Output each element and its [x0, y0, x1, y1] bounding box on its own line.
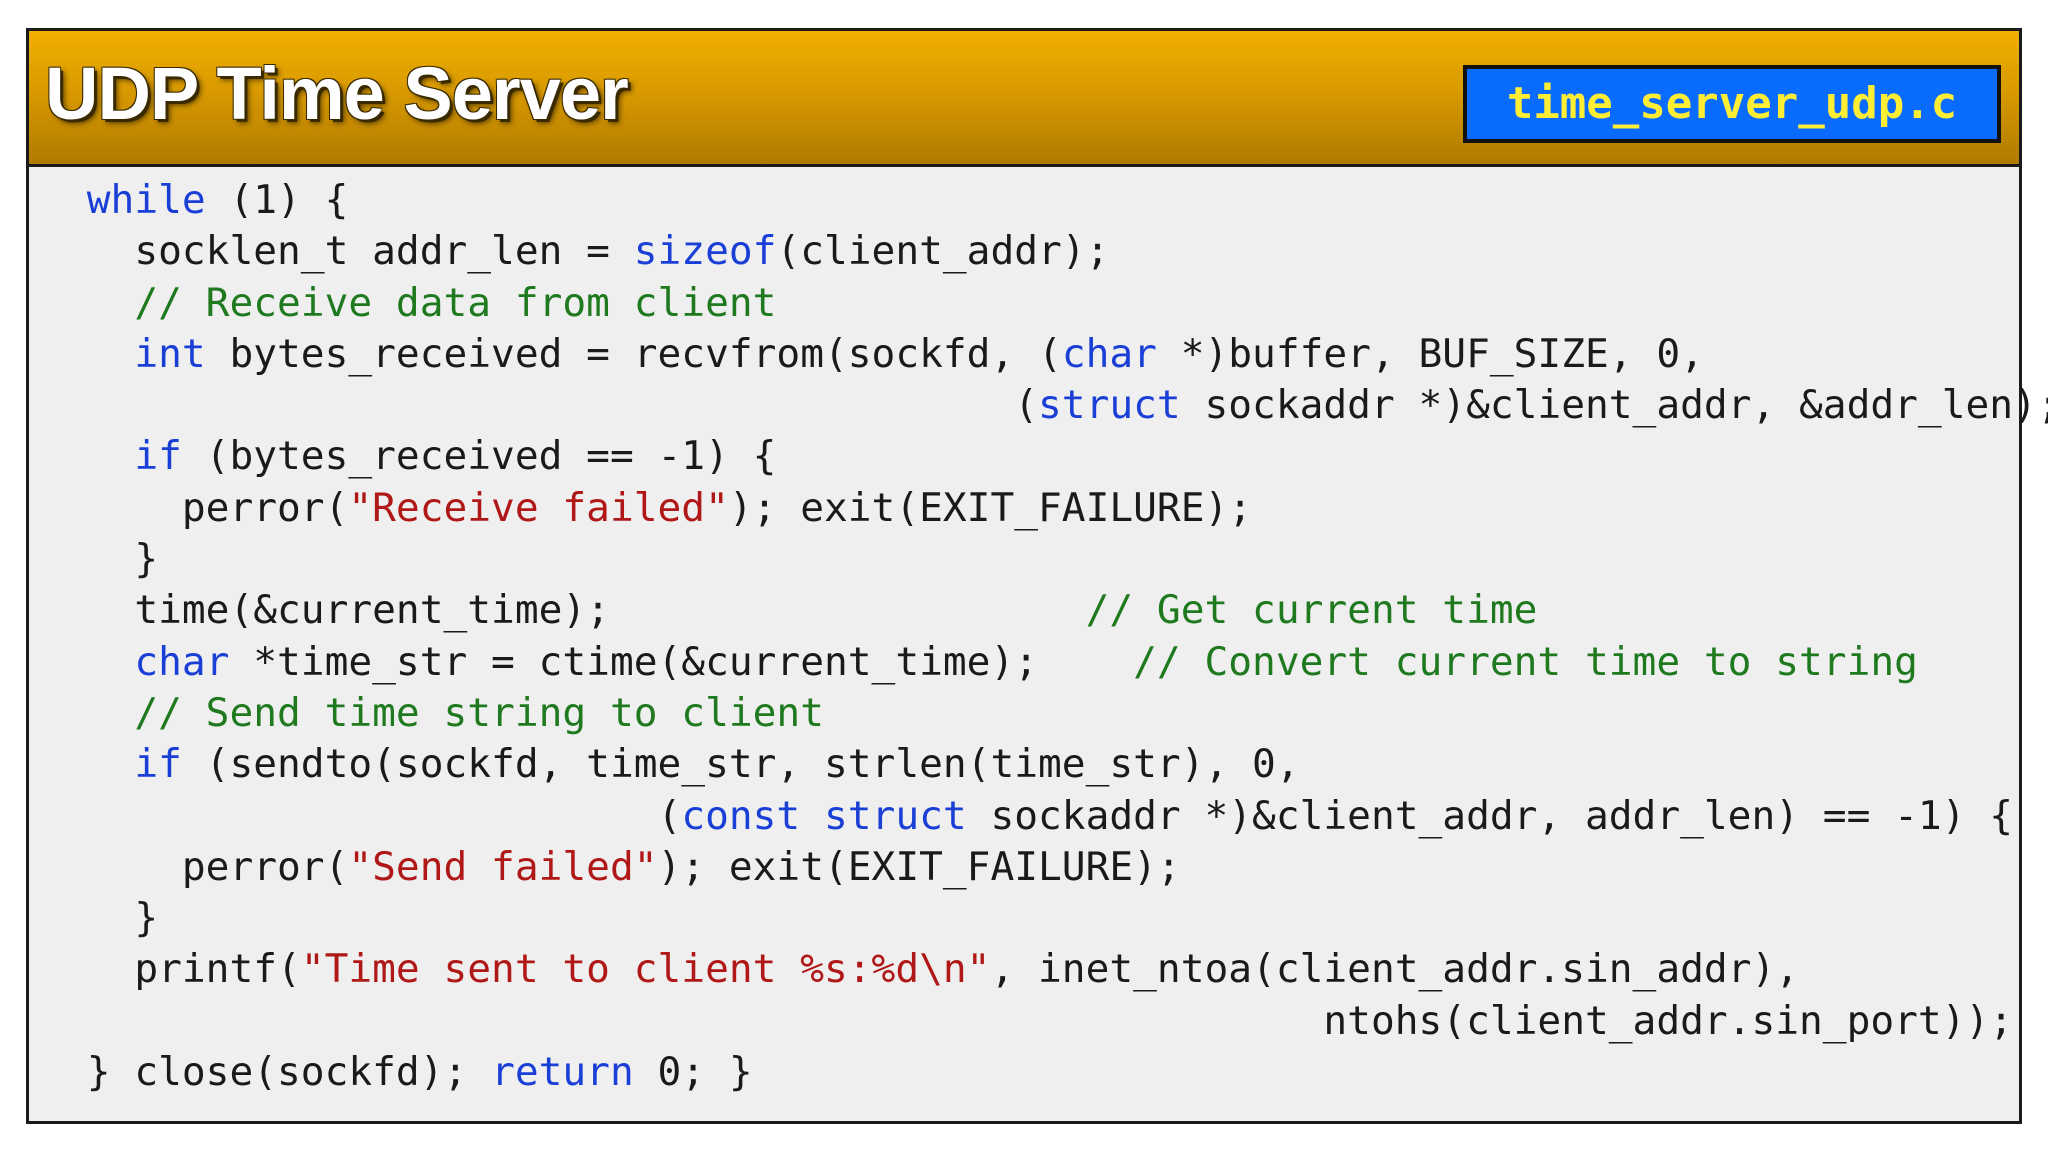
code-line: // Send time string to client [63, 688, 2048, 739]
text-token: } [63, 895, 159, 942]
text-token: (bytes_received == -1) { [181, 433, 777, 480]
code-line: } [63, 893, 2048, 944]
string-token: "Send failed" [348, 843, 658, 890]
text-token: 0; } [633, 1049, 753, 1096]
text-token: ( [63, 792, 682, 839]
text-token: ); exit(EXIT_FAILURE); [728, 484, 1253, 531]
text-token: } [63, 536, 159, 583]
code-line: time(&current_time); // Get current time [63, 585, 2048, 636]
keyword-token: char [1061, 330, 1157, 377]
code-line: } [63, 534, 2048, 585]
comment-token: // Convert current time to string [1133, 638, 1918, 685]
text-token: ); exit(EXIT_FAILURE); [657, 843, 1181, 890]
text-token: , inet_ntoa(client_addr.sin_addr), [990, 946, 1800, 993]
keyword-token: struct [824, 792, 967, 839]
text-token: time(&current_time); [63, 587, 1086, 634]
text-token: perror( [63, 843, 349, 890]
keyword-token: if [63, 741, 182, 788]
code-line: ntohs(client_addr.sin_port)); [63, 996, 2048, 1047]
code-line: // Receive data from client [63, 278, 2048, 329]
keyword-token: return [491, 1049, 634, 1096]
text-token: (1) { [205, 177, 349, 223]
text-token: (sendto(sockfd, time_str, strlen(time_st… [181, 741, 1300, 788]
text-token: ntohs(client_addr.sin_port)); [63, 997, 2014, 1044]
text-token: } close(sockfd); [63, 1049, 492, 1096]
comment-token: // Send time string to client [63, 689, 824, 736]
code-line: char *time_str = ctime(&current_time); /… [63, 637, 2048, 688]
code-line: perror("Send failed"); exit(EXIT_FAILURE… [63, 842, 2048, 893]
text-token: perror( [63, 484, 349, 531]
string-token: "Receive failed" [348, 484, 729, 531]
text-token: *)buffer, BUF_SIZE, 0, [1156, 330, 1704, 377]
keyword-token: struct [1038, 382, 1181, 429]
text-token: (client_addr); [776, 228, 1110, 275]
text-token: bytes_received = recvfrom(sockfd, ( [205, 330, 1062, 377]
code-line: while (1) { [63, 175, 2048, 226]
keyword-token: char [63, 638, 230, 685]
code-line: printf("Time sent to client %s:%d\n", in… [63, 944, 2048, 995]
code-block: while (1) { socklen_t addr_len = sizeof(… [63, 175, 2048, 1098]
string-token: "Time sent to client %s:%d\n" [300, 946, 991, 993]
code-line: if (bytes_received == -1) { [63, 431, 2048, 482]
code-line: (const struct sockaddr *)&client_addr, a… [63, 791, 2048, 842]
code-line: socklen_t addr_len = sizeof(client_addr)… [63, 226, 2048, 277]
keyword-token: if [63, 433, 182, 480]
slide-title: UDP Time Server [45, 52, 629, 135]
text-token: printf( [63, 946, 301, 993]
text-token: socklen_t addr_len = [63, 228, 634, 275]
comment-token: // Receive data from client [63, 279, 777, 326]
code-line: perror("Receive failed"); exit(EXIT_FAIL… [63, 483, 2048, 534]
code-line: int bytes_received = recvfrom(sockfd, (c… [63, 329, 2048, 380]
slide: UDP Time Server time_server_udp.c while … [26, 28, 2048, 1124]
title-bar: UDP Time Server time_server_udp.c [29, 31, 2019, 167]
code-line: (struct sockaddr *)&client_addr, &addr_l… [63, 380, 2048, 431]
code-line: if (sendto(sockfd, time_str, strlen(time… [63, 739, 2048, 790]
keyword-token: while [63, 177, 206, 223]
text-token: sockaddr *)&client_addr, &addr_len); [1180, 382, 2048, 429]
code-line: } close(sockfd); return 0; } [63, 1047, 2048, 1098]
comment-token: // Get current time [1085, 587, 1538, 634]
text-token: *time_str = ctime(&current_time); [229, 638, 1134, 685]
text-token: ( [63, 382, 1039, 429]
keyword-token: sizeof [633, 228, 777, 275]
keyword-token: int [63, 330, 206, 377]
filename-badge: time_server_udp.c [1463, 65, 2001, 143]
keyword-token: const [681, 792, 801, 839]
text-token: sockaddr *)&client_addr, addr_len) == -1… [966, 792, 2014, 839]
